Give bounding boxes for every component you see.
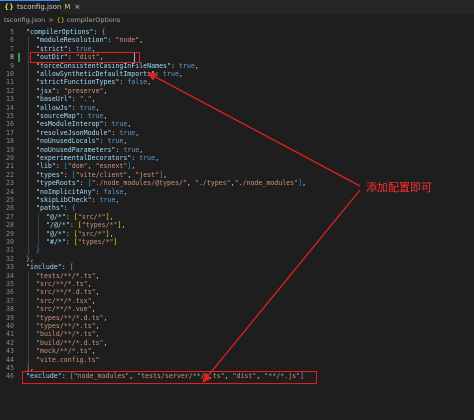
annotation-arrow-outdir — [147, 72, 361, 187]
annotation-arrow-exclude — [202, 189, 361, 383]
annotation-overlay — [147, 72, 361, 383]
